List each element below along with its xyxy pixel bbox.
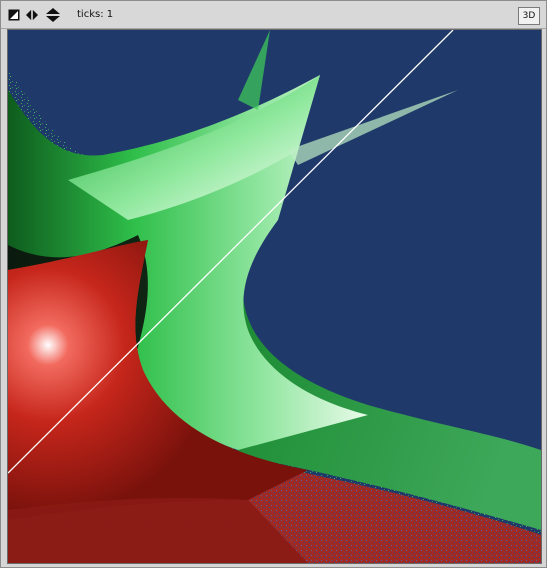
ticks-counter: ticks: 1 xyxy=(77,9,114,20)
toolbar: ticks: 1 3D xyxy=(1,1,546,29)
zoom-fit-icon[interactable] xyxy=(8,9,20,21)
vertical-arrows-icon[interactable] xyxy=(46,8,60,22)
plot-window: ticks: 1 3D xyxy=(0,0,547,568)
fractal-view xyxy=(8,30,541,563)
3d-toggle-button[interactable]: 3D xyxy=(518,7,540,25)
fractal-canvas[interactable] xyxy=(7,29,542,564)
horizontal-arrows-icon[interactable] xyxy=(26,9,38,21)
